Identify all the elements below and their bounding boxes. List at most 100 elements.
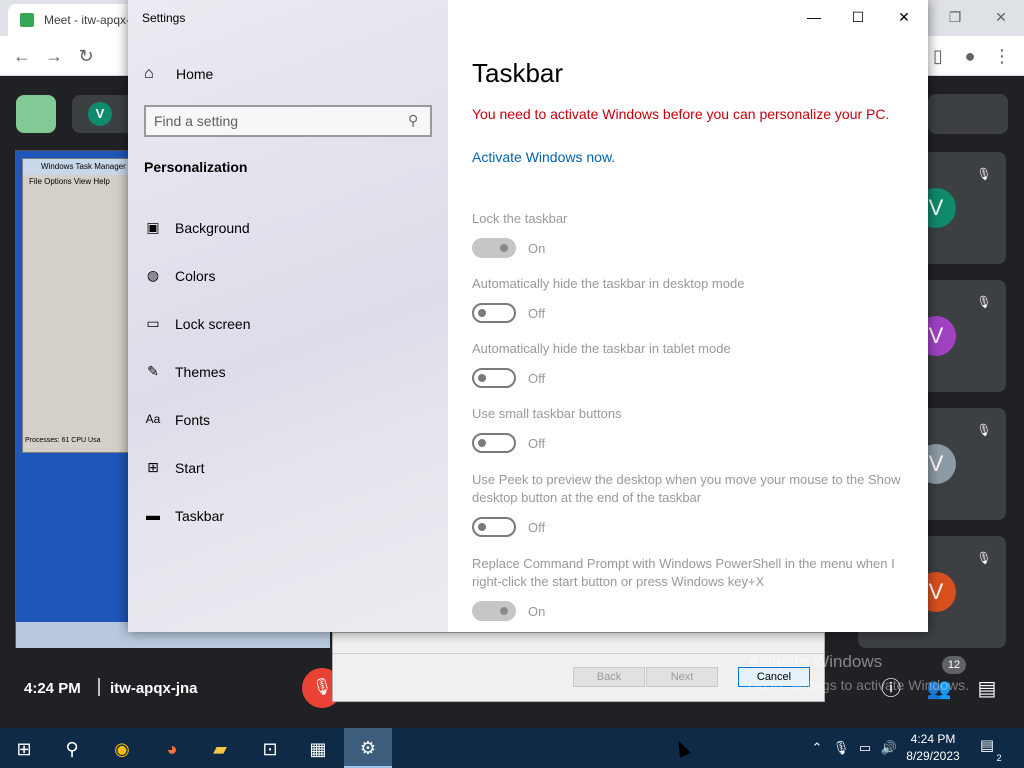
chrome-taskbar-button[interactable]: ◉ <box>98 732 146 768</box>
image-icon: ▣ <box>146 219 160 235</box>
section-title: Personalization <box>144 159 248 175</box>
toggle-knob <box>500 607 508 615</box>
toggle-knob <box>478 309 486 317</box>
settings-taskbar-button[interactable]: ⚙ <box>344 728 392 768</box>
sidebar-item-themes[interactable]: ✎ Themes <box>144 360 434 386</box>
chrome-icon: ◉ <box>114 739 130 759</box>
peek-toggle[interactable] <box>472 517 516 537</box>
activation-warning: You need to activate Windows before you … <box>472 106 890 122</box>
lock-taskbar-toggle[interactable] <box>472 238 516 258</box>
maximize-icon[interactable]: ☐ <box>846 6 870 28</box>
meet-top-right-control[interactable] <box>928 94 1008 134</box>
toggle-state-label: On <box>528 604 546 619</box>
lock-taskbar-label: Lock the taskbar <box>472 211 568 226</box>
settings-window-title: Settings <box>142 11 186 25</box>
autohide-tablet-label: Automatically hide the taskbar in tablet… <box>472 341 731 356</box>
fonts-icon: Aa <box>145 412 161 426</box>
volume-icon[interactable]: 🔊 <box>880 740 898 756</box>
sidebar-item-label: Colors <box>175 268 216 284</box>
small-buttons-toggle[interactable] <box>472 433 516 453</box>
toggle-knob <box>478 439 486 447</box>
sidebar-item-lock-screen[interactable]: ▭ Lock screen <box>144 312 434 338</box>
store-button[interactable]: ⊡ <box>246 732 294 768</box>
taskbar-icon: ▬ <box>146 507 160 523</box>
chevron-up-icon[interactable]: ⌃ <box>808 740 826 756</box>
notification-count: 2 <box>996 753 1002 763</box>
chat-icon[interactable]: ▤ <box>974 676 1000 702</box>
sidebar-icon[interactable]: ▯ <box>926 44 950 68</box>
magnifier-icon: ⚲ <box>65 739 79 759</box>
wizard-back-button[interactable]: Back <box>573 667 645 687</box>
windows-start-button[interactable]: ⊞ <box>0 732 48 768</box>
remote-desktop-icon: ▦ <box>309 739 327 759</box>
back-arrow-icon[interactable]: ← <box>10 44 34 68</box>
sidebar-item-label: Lock screen <box>175 316 251 332</box>
taskbar-clock[interactable]: 4:24 PM 8/29/2023 <box>900 731 966 765</box>
autohide-tablet-toggle[interactable] <box>472 368 516 388</box>
activation-watermark-title: Activate Windows <box>748 652 883 671</box>
gear-icon: ⚙ <box>359 738 377 758</box>
minimize-icon[interactable]: — <box>802 6 826 28</box>
toggle-state-label: Off <box>528 371 546 386</box>
search-button[interactable]: ⚲ <box>48 732 96 768</box>
toggle-knob <box>478 523 486 531</box>
meeting-info-divider <box>98 678 100 696</box>
toggle-state-label: Off <box>528 520 546 535</box>
peek-label: Use Peek to preview the desktop when you… <box>472 472 901 505</box>
toggle-knob <box>478 374 486 382</box>
meeting-time: 4:24 PM <box>24 680 81 697</box>
firefox-taskbar-button[interactable]: ◕ <box>148 732 196 768</box>
autohide-desktop-label: Automatically hide the taskbar in deskto… <box>472 276 745 291</box>
settings-window: Settings ⌂ Home ⚲ Personalization ▣ Back… <box>128 0 928 632</box>
meeting-code: itw-apqx-jna <box>110 680 198 697</box>
browser-restore-icon[interactable]: ❐ <box>944 6 966 28</box>
small-buttons-label: Use small taskbar buttons <box>472 406 622 421</box>
sidebar-item-label: Themes <box>175 364 226 380</box>
meet-favicon-icon <box>20 13 34 27</box>
sidebar-item-label: Fonts <box>175 412 211 428</box>
toggle-state-label: Off <box>528 436 546 451</box>
autohide-desktop-toggle[interactable] <box>472 303 516 323</box>
self-avatar: V <box>88 102 112 126</box>
home-nav-item[interactable]: ⌂ Home <box>144 64 434 86</box>
settings-content: — ☐ ✕ Taskbar You need to activate Windo… <box>448 0 928 632</box>
search-icon[interactable]: ⚲ <box>408 112 418 129</box>
activation-watermark-subtitle: Go to Settings to activate Windows. <box>748 677 969 693</box>
profile-icon[interactable]: ● <box>958 44 982 68</box>
close-icon[interactable]: ✕ <box>892 6 916 28</box>
microphone-icon[interactable]: 🎙 <box>832 740 850 756</box>
settings-sidebar: Settings ⌂ Home ⚲ Personalization ▣ Back… <box>128 0 448 632</box>
wizard-next-button[interactable]: Next <box>646 667 718 687</box>
start-icon: ⊞ <box>147 459 159 475</box>
settings-search-box[interactable]: ⚲ <box>144 105 432 137</box>
sidebar-item-fonts[interactable]: Aa Fonts <box>144 408 434 434</box>
taskmgr-menu: File Options View Help <box>29 177 110 186</box>
settings-search-input[interactable] <box>154 112 394 130</box>
themes-icon: ✎ <box>147 363 159 379</box>
toggle-state-label: Off <box>528 306 546 321</box>
folder-icon: ▰ <box>213 739 227 759</box>
mic-muted-icon: 🎙 <box>976 551 992 565</box>
clock-date: 8/29/2023 <box>906 749 960 763</box>
companion-mode-button[interactable] <box>16 95 56 133</box>
toggle-state-label: On <box>528 241 546 256</box>
powershell-toggle[interactable] <box>472 601 516 621</box>
taskmgr-title: Windows Task Manager <box>23 159 141 175</box>
sidebar-item-background[interactable]: ▣ Background <box>144 216 434 242</box>
activate-windows-link[interactable]: Activate Windows now. <box>472 149 615 165</box>
firefox-icon: ◕ <box>166 739 178 759</box>
reload-icon[interactable]: ↻ <box>74 44 98 68</box>
browser-close-icon[interactable]: ✕ <box>990 6 1012 28</box>
clock-time: 4:24 PM <box>910 732 956 746</box>
lock-screen-icon: ▭ <box>146 315 160 331</box>
file-explorer-button[interactable]: ▰ <box>196 732 244 768</box>
sidebar-item-taskbar[interactable]: ▬ Taskbar <box>144 504 434 530</box>
sidebar-item-colors[interactable]: ◍ Colors <box>144 264 434 290</box>
home-label: Home <box>176 66 214 82</box>
participant-count-badge: 12 <box>942 656 966 674</box>
network-icon[interactable]: ▭ <box>856 740 874 756</box>
browser-menu-icon[interactable]: ⋮ <box>990 44 1014 68</box>
sidebar-item-start[interactable]: ⊞ Start <box>144 456 434 482</box>
remote-desktop-button[interactable]: ▦ <box>294 732 342 768</box>
forward-arrow-icon[interactable]: → <box>42 44 66 68</box>
